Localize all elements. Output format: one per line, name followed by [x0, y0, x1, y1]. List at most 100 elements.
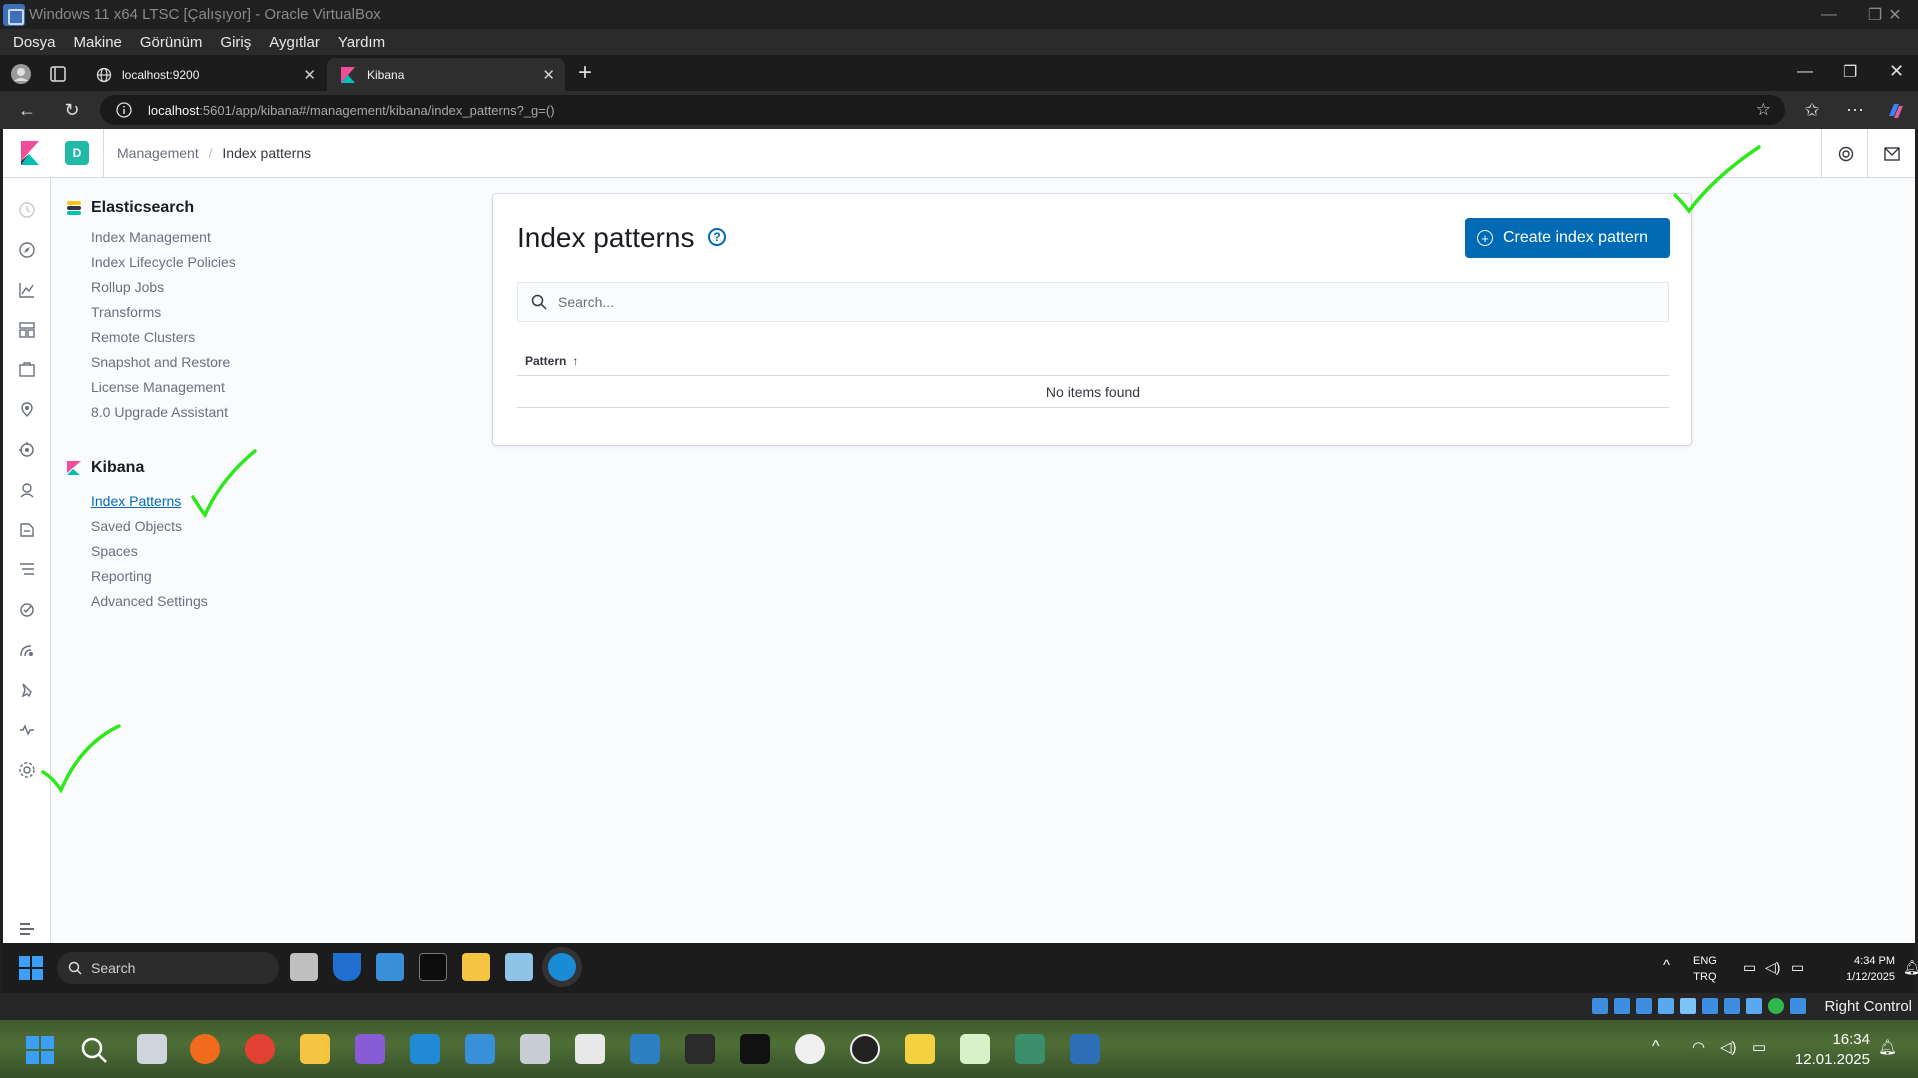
nav-index-patterns[interactable]: Index Patterns	[91, 493, 181, 509]
host-battery-icon[interactable]: ▭	[1752, 1038, 1766, 1056]
favorites-icon[interactable]: ✩	[1799, 97, 1825, 123]
back-icon[interactable]: ←	[14, 97, 40, 123]
display-icon[interactable]	[1724, 998, 1740, 1014]
defender-icon[interactable]	[333, 953, 361, 981]
host-photos-icon[interactable]	[465, 1034, 495, 1064]
address-bar[interactable]: localhost:5601/app/kibana#/management/ki…	[100, 95, 1785, 125]
newsfeed-button[interactable]	[1867, 129, 1915, 178]
battery-icon[interactable]: ▭	[1791, 959, 1804, 976]
host-terminal-icon[interactable]	[685, 1034, 715, 1064]
host-file-explorer-icon[interactable]	[300, 1034, 330, 1064]
host-tray-chevron-icon[interactable]: ^	[1652, 1038, 1660, 1056]
vbox-close-icon[interactable]: ✕	[1872, 0, 1918, 29]
file-explorer-icon[interactable]	[462, 953, 490, 981]
machine-learning-icon[interactable]	[17, 440, 37, 460]
recently-viewed-icon[interactable]	[17, 200, 37, 220]
edge-app-icon[interactable]	[548, 953, 576, 981]
search-input[interactable]: Search...	[517, 282, 1669, 322]
tab-close-icon[interactable]: ✕	[303, 66, 316, 84]
host-wifi-icon[interactable]: ◠	[1692, 1038, 1705, 1056]
shared-folders-icon[interactable]	[1702, 998, 1718, 1014]
menu-machine[interactable]: Makine	[65, 34, 131, 51]
usb-icon[interactable]	[1680, 998, 1696, 1014]
network-icon[interactable]: ▭	[1743, 959, 1756, 976]
profile-avatar-icon[interactable]	[10, 63, 32, 85]
menu-view[interactable]: Görünüm	[131, 34, 212, 51]
notification-bell-icon[interactable]: 🔔︎	[1903, 959, 1918, 976]
nav-snapshot-restore[interactable]: Snapshot and Restore	[91, 354, 230, 370]
visualize-icon[interactable]	[17, 280, 37, 300]
github-icon[interactable]	[850, 1034, 880, 1064]
host-volume-icon[interactable]: ◁)	[1720, 1038, 1737, 1056]
keyboard-layout[interactable]: TRQ	[1693, 969, 1717, 985]
breadcrumb-management[interactable]: Management	[117, 145, 199, 161]
app-icon[interactable]	[795, 1034, 825, 1064]
network-adapter-icon[interactable]	[1658, 998, 1674, 1014]
host-search-icon[interactable]	[80, 1036, 108, 1064]
tray-chevron-icon[interactable]: ^	[1663, 957, 1670, 974]
cmd-icon[interactable]	[740, 1034, 770, 1064]
help-menu-button[interactable]	[1821, 129, 1869, 178]
optical-drive-icon[interactable]	[1614, 998, 1630, 1014]
menu-input[interactable]: Giriş	[211, 34, 260, 51]
nav-index-lifecycle-policies[interactable]: Index Lifecycle Policies	[91, 254, 236, 270]
vscode-icon[interactable]	[410, 1034, 440, 1064]
infrastructure-icon[interactable]	[17, 480, 37, 500]
app-icon[interactable]	[960, 1034, 990, 1064]
menu-devices[interactable]: Aygıtlar	[260, 34, 329, 51]
host-start-icon[interactable]	[26, 1036, 54, 1064]
tab-actions-icon[interactable]	[50, 66, 66, 82]
create-index-pattern-button[interactable]: + Create index pattern	[1465, 218, 1670, 258]
nav-saved-objects[interactable]: Saved Objects	[91, 518, 182, 534]
audio-icon[interactable]	[1636, 998, 1652, 1014]
collapse-nav-icon[interactable]	[17, 919, 37, 939]
edge-minimize-icon[interactable]: —	[1797, 63, 1813, 81]
guest-clock-date[interactable]: 1/12/2025	[1825, 969, 1895, 985]
windows-start-icon[interactable]	[19, 956, 43, 980]
minimize-icon[interactable]: —	[1806, 0, 1852, 29]
guest-clock-time[interactable]: 4:34 PM	[1825, 953, 1895, 969]
visual-studio-icon[interactable]	[355, 1034, 385, 1064]
dashboard-icon[interactable]	[17, 320, 37, 340]
mouse-integration-icon[interactable]	[1790, 998, 1806, 1014]
tab-localhost-9200[interactable]: localhost:9200 ✕	[82, 58, 326, 91]
hard-disk-icon[interactable]	[1592, 998, 1608, 1014]
taskbar-search-box[interactable]: Search	[57, 952, 279, 984]
notes-icon[interactable]	[905, 1034, 935, 1064]
host-task-view-icon[interactable]	[137, 1034, 167, 1064]
host-notification-icon[interactable]: 🔔︎	[1878, 1038, 1897, 1056]
help-icon[interactable]: ?	[708, 228, 726, 246]
nav-upgrade-assistant[interactable]: 8.0 Upgrade Assistant	[91, 404, 228, 420]
magnifier-icon[interactable]	[630, 1034, 660, 1064]
recording-icon[interactable]	[1746, 998, 1762, 1014]
input-language[interactable]: ENG	[1693, 953, 1717, 969]
dev-tools-icon[interactable]	[17, 680, 37, 700]
siem-icon[interactable]	[17, 640, 37, 660]
canvas-icon[interactable]	[17, 360, 37, 380]
maps-icon[interactable]	[17, 400, 37, 420]
nav-spaces[interactable]: Spaces	[91, 543, 138, 559]
vtx-icon[interactable]	[1768, 998, 1784, 1014]
nav-advanced-settings[interactable]: Advanced Settings	[91, 593, 208, 609]
apm-icon[interactable]	[17, 560, 37, 580]
tab-close-icon[interactable]: ✕	[542, 66, 555, 84]
app-icon[interactable]	[505, 953, 533, 981]
space-avatar[interactable]: D	[65, 141, 89, 165]
volume-icon[interactable]: ◁)	[1765, 959, 1780, 976]
task-view-icon[interactable]	[290, 953, 318, 981]
discover-icon[interactable]	[17, 240, 37, 260]
refresh-icon[interactable]: ↻	[59, 97, 85, 123]
edge-restore-icon[interactable]: ❐	[1843, 62, 1857, 82]
nav-remote-clusters[interactable]: Remote Clusters	[91, 329, 195, 345]
firefox-icon[interactable]	[190, 1034, 220, 1064]
uptime-icon[interactable]	[17, 600, 37, 620]
tab-kibana[interactable]: Kibana ✕	[327, 58, 565, 91]
snipping-tool-icon[interactable]	[575, 1034, 605, 1064]
nav-rollup-jobs[interactable]: Rollup Jobs	[91, 279, 164, 295]
chrome-icon[interactable]	[245, 1034, 275, 1064]
menu-help[interactable]: Yardım	[329, 34, 394, 51]
nav-transforms[interactable]: Transforms	[91, 304, 161, 320]
favorite-star-icon[interactable]: ☆	[1756, 100, 1771, 120]
terminal-app-icon[interactable]	[419, 953, 447, 981]
nav-index-management[interactable]: Index Management	[91, 229, 211, 245]
